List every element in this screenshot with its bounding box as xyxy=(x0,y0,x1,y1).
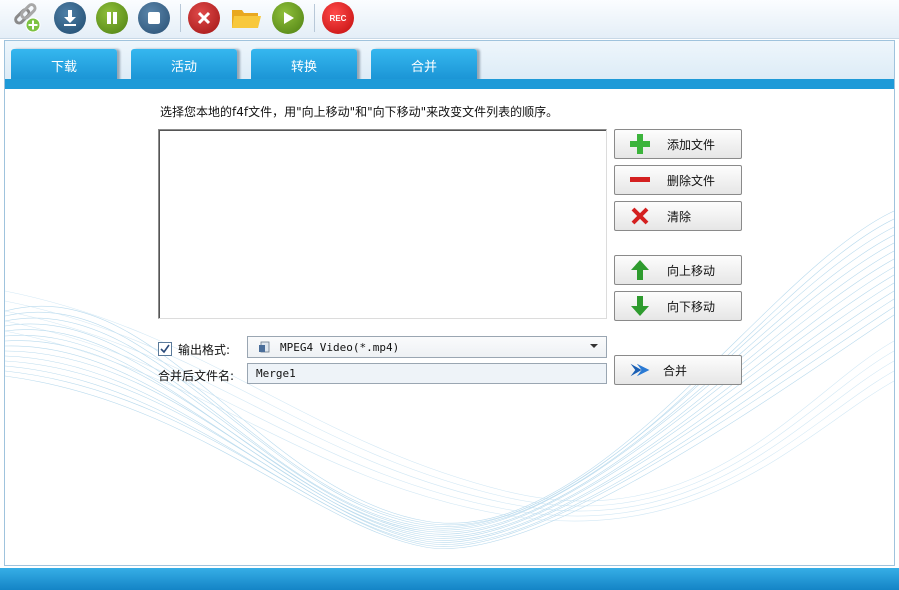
checkmark-icon xyxy=(160,344,170,354)
add-file-label: 添加文件 xyxy=(667,137,716,152)
move-down-label: 向下移动 xyxy=(667,299,716,314)
arrow-down-icon xyxy=(629,295,651,317)
tab-active[interactable]: 活动 xyxy=(131,49,237,81)
pause-icon[interactable] xyxy=(96,2,128,34)
delete-icon[interactable] xyxy=(188,2,220,34)
video-file-icon xyxy=(259,341,270,353)
tab-convert[interactable]: 转换 xyxy=(251,49,357,81)
add-file-button[interactable]: 添加文件 xyxy=(614,129,742,159)
tab-label: 转换 xyxy=(290,59,317,75)
output-format-value: MPEG4 Video(*.mp4) xyxy=(280,340,400,354)
record-icon[interactable]: REC xyxy=(322,2,354,34)
output-format-checkbox[interactable] xyxy=(158,342,172,356)
main-panel: 下载 活动 转换 合并 选择您本地的f4f文件，用"向上移动"和"向下移动"来改… xyxy=(4,40,895,566)
play-icon[interactable] xyxy=(272,2,304,34)
file-list[interactable] xyxy=(158,129,607,319)
delete-file-button[interactable]: 删除文件 xyxy=(614,165,742,195)
chevron-down-icon xyxy=(590,344,598,348)
close-icon xyxy=(629,205,651,227)
tab-download[interactable]: 下载 xyxy=(11,49,117,81)
output-format-row: 输出格式: xyxy=(158,338,230,360)
add-link-icon[interactable] xyxy=(10,2,42,34)
folder-icon[interactable] xyxy=(230,2,262,34)
merge-button[interactable]: 合并 xyxy=(614,355,742,385)
filename-input[interactable] xyxy=(247,363,607,384)
move-down-button[interactable]: 向下移动 xyxy=(614,291,742,321)
output-format-label: 输出格式: xyxy=(178,342,231,357)
merge-arrow-icon xyxy=(629,359,651,381)
record-label: REC xyxy=(329,13,347,23)
download-icon[interactable] xyxy=(54,2,86,34)
tab-label: 下载 xyxy=(50,59,77,75)
output-format-select[interactable]: MPEG4 Video(*.mp4) xyxy=(247,336,607,358)
move-up-label: 向上移动 xyxy=(667,263,716,278)
filename-label: 合并后文件名: xyxy=(158,369,235,383)
status-bar xyxy=(0,568,899,590)
move-up-button[interactable]: 向上移动 xyxy=(614,255,742,285)
arrow-up-icon xyxy=(629,259,651,281)
toolbar: REC xyxy=(0,0,899,39)
toolbar-separator xyxy=(180,4,181,32)
clear-button[interactable]: 清除 xyxy=(614,201,742,231)
delete-file-label: 删除文件 xyxy=(667,173,716,188)
minus-icon xyxy=(629,169,651,191)
clear-label: 清除 xyxy=(667,209,692,224)
tab-merge[interactable]: 合并 xyxy=(371,49,477,81)
tab-strip: 下载 活动 转换 合并 xyxy=(5,41,894,81)
plus-icon xyxy=(629,133,651,155)
toolbar-separator xyxy=(314,4,315,32)
tab-underline xyxy=(5,79,894,89)
tab-label: 合并 xyxy=(410,59,437,75)
instruction-text: 选择您本地的f4f文件，用"向上移动"和"向下移动"来改变文件列表的顺序。 xyxy=(160,105,559,119)
stop-icon[interactable] xyxy=(138,2,170,34)
merge-label: 合并 xyxy=(663,363,688,378)
tab-label: 活动 xyxy=(170,59,197,75)
